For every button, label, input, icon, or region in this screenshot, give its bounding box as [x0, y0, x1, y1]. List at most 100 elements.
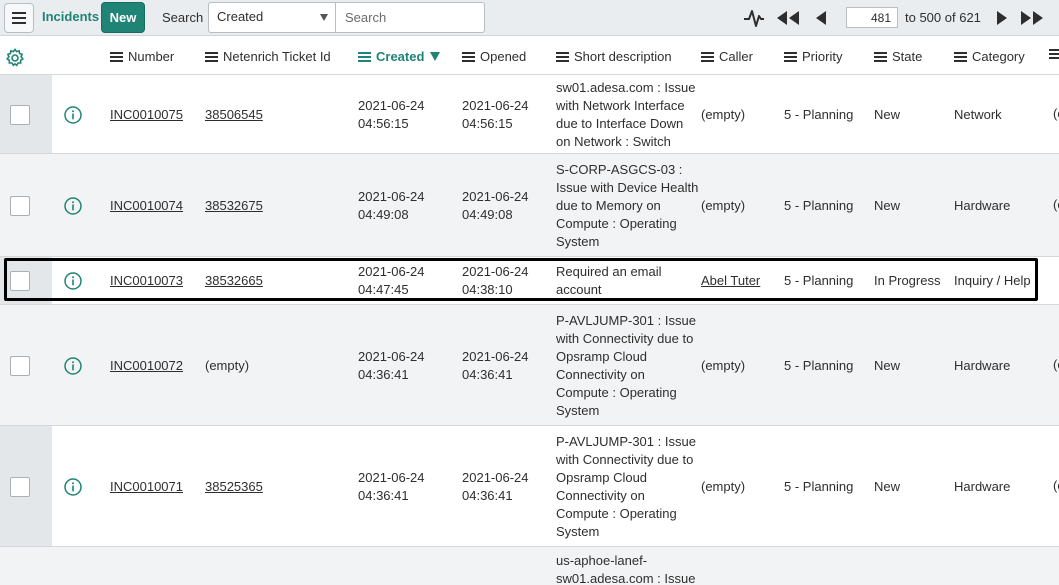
created-time: 04:36:41 [358, 487, 409, 503]
table-row: INC0010075 38506545 2021-06-24 04:56:15 2021… [0, 75, 1059, 154]
row-checkbox[interactable] [10, 355, 30, 376]
opened-time: 04:36:41 [462, 487, 513, 503]
overflow-column-cell: (e [1053, 196, 1059, 212]
incident-number-link[interactable]: INC0010074 [110, 197, 183, 215]
column-header-label: Priority [802, 49, 843, 64]
short-description-line: Connectivity on [556, 366, 645, 382]
row-preview-button[interactable] [64, 105, 82, 124]
column-menu-icon[interactable] [784, 51, 797, 62]
short-description-line: due to Interface Down [556, 115, 684, 131]
created-time: 04:47:45 [358, 282, 409, 297]
search-field-select[interactable]: Created [208, 2, 335, 33]
short-description-line: with Network Interface [556, 97, 685, 113]
chevron-right-icon [997, 11, 1007, 25]
caller-cell: (empty) [701, 478, 746, 494]
previous-page-button[interactable] [809, 7, 833, 29]
next-page-button[interactable] [990, 7, 1014, 29]
info-icon [64, 196, 82, 215]
created-date: 2021-06-24 [358, 97, 425, 113]
row-checkbox[interactable] [10, 195, 30, 216]
column-menu-icon[interactable] [358, 51, 371, 62]
search-label: Search [162, 10, 204, 25]
short-description-cell: us-aphoe-lanef-sw01.adesa.com : Issue [556, 552, 695, 585]
ticket-id-cell[interactable]: 38525365 [205, 478, 263, 496]
created-cell: 2021-06-24 04:56:15 [358, 97, 425, 133]
column-menu-icon[interactable] [701, 51, 714, 62]
opened-time: 04:36:41 [462, 366, 513, 382]
overflow-column-cell: (e [1053, 477, 1059, 493]
column-header-short-description[interactable]: Short description [556, 49, 672, 64]
short-description-line: with Connectivity due to [556, 451, 694, 467]
opened-date: 2021-06-24 [462, 97, 529, 113]
column-menu-icon[interactable] [874, 51, 887, 62]
short-description-line: sw01.adesa.com : Issue [556, 571, 696, 585]
priority-cell: 5 - Planning [784, 357, 854, 373]
caller-cell: (empty) [701, 106, 746, 122]
first-page-button[interactable] [776, 7, 800, 29]
row-checkbox[interactable] [10, 104, 30, 125]
column-header-created[interactable]: Created [358, 49, 441, 64]
short-description-line: P-AVLJUMP-301 : Issue [556, 312, 696, 328]
priority-cell: 5 - Planning [784, 106, 854, 122]
ticket-id-cell[interactable]: 38532665 [205, 272, 263, 290]
column-header-category[interactable]: Category [954, 49, 1025, 64]
short-description-cell: Required an email account [556, 263, 662, 299]
column-header-label: State [892, 49, 923, 64]
ticket-id-cell[interactable]: 38506545 [205, 106, 263, 124]
incident-number-link[interactable]: INC0010072 [110, 357, 183, 375]
column-header-ticket[interactable]: Netenrich Ticket Id [205, 49, 331, 64]
incident-number-link[interactable]: INC0010075 [110, 106, 183, 124]
row-checkbox[interactable] [10, 271, 30, 291]
column-menu-icon[interactable] [954, 51, 967, 62]
column-menu-icon[interactable] [1049, 49, 1059, 59]
opened-cell: 2021-06-24 04:36:41 [462, 469, 529, 505]
search-field-value: Created [217, 9, 264, 24]
row-preview-button[interactable] [64, 477, 82, 496]
incident-number-link[interactable]: INC0010071 [110, 478, 183, 496]
short-description-line: System [556, 523, 600, 539]
list-context-menu-button[interactable] [4, 3, 34, 33]
chevron-left-icon [816, 11, 826, 25]
overflow-column-cell: (e [1053, 105, 1059, 121]
category-cell: Inquiry / Help [954, 273, 1031, 288]
row-preview-button[interactable] [64, 272, 82, 290]
created-time: 04:56:15 [358, 115, 409, 131]
short-description-line: System [556, 233, 600, 249]
list-title[interactable]: Incidents [42, 9, 99, 24]
incident-number-link[interactable]: INC0010073 [110, 272, 183, 290]
column-menu-icon[interactable] [110, 51, 123, 62]
row-checkbox[interactable] [10, 476, 30, 497]
created-cell: 2021-06-24 04:36:41 [358, 348, 425, 384]
short-description-line: sw01.adesa.com : Issue [556, 79, 696, 95]
ticket-id-cell[interactable]: 38532675 [205, 197, 263, 215]
column-header-next-menu[interactable] [1049, 49, 1059, 59]
opened-cell: 2021-06-24 04:56:15 [462, 97, 529, 133]
column-menu-icon[interactable] [205, 51, 218, 62]
page-number-input[interactable] [846, 7, 898, 28]
double-chevron-left-icon [777, 11, 799, 25]
column-header-label: Category [972, 49, 1025, 64]
short-description-line: us-aphoe-lanef- [556, 553, 648, 568]
activity-stream-button[interactable] [742, 7, 766, 29]
row-preview-button[interactable] [64, 356, 82, 375]
table-row: us-aphoe-lanef-sw01.adesa.com : Issue [0, 547, 1059, 585]
ticket-id-cell: (empty) [205, 357, 250, 373]
created-date: 2021-06-24 [358, 188, 425, 204]
column-menu-icon[interactable] [462, 51, 475, 62]
caller-cell[interactable]: Abel Tuter [701, 272, 760, 290]
column-header-caller[interactable]: Caller [701, 49, 753, 64]
search-input[interactable] [335, 2, 485, 33]
category-cell: Network [954, 106, 1002, 122]
row-preview-button[interactable] [64, 196, 82, 215]
gear-icon[interactable] [5, 48, 25, 68]
column-menu-icon[interactable] [556, 51, 569, 62]
short-description-line: Opsramp Cloud [556, 348, 648, 364]
column-header-number[interactable]: Number [110, 49, 174, 64]
column-header-priority[interactable]: Priority [784, 49, 842, 64]
new-button[interactable]: New [101, 2, 145, 33]
column-header-state[interactable]: State [874, 49, 922, 64]
caller-cell: (empty) [701, 357, 746, 373]
last-page-button[interactable] [1020, 7, 1044, 29]
opened-date: 2021-06-24 [462, 188, 529, 204]
column-header-opened[interactable]: Opened [462, 49, 526, 64]
